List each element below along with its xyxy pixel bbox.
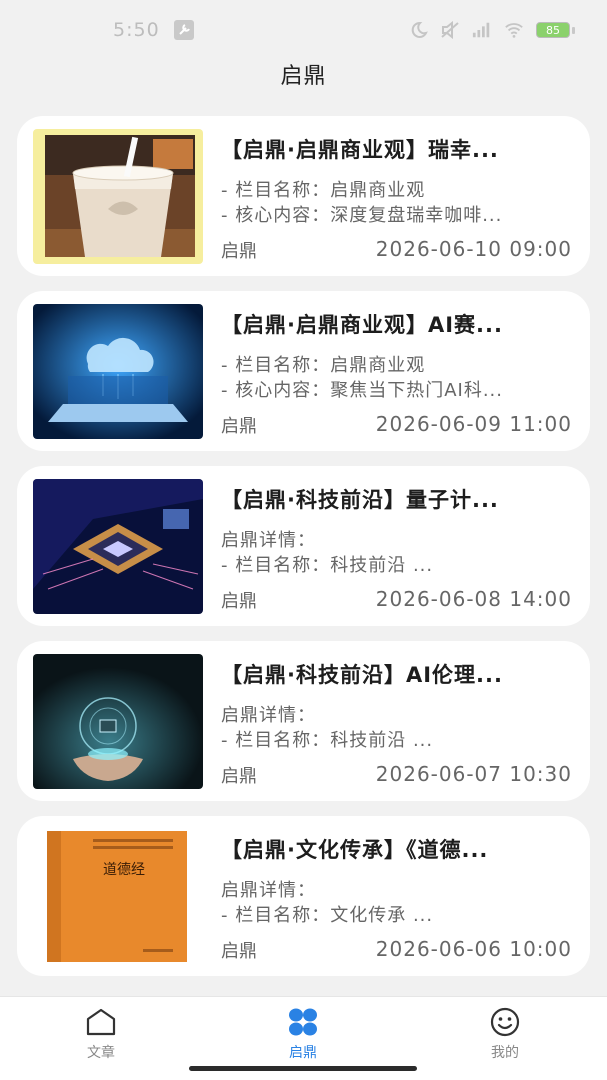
article-time: 2026-06-07 10:30 bbox=[375, 762, 572, 786]
article-title: 【启鼎·启鼎商业观】AI赛... bbox=[221, 313, 503, 337]
article-time: 2026-06-06 10:00 bbox=[375, 937, 572, 961]
article-time: 2026-06-10 09:00 bbox=[375, 237, 572, 261]
cloud-laptop-thumbnail bbox=[33, 304, 203, 439]
ai-hand-thumbnail bbox=[33, 654, 203, 789]
status-time: 5:50 bbox=[113, 19, 160, 41]
status-icons: 85 bbox=[408, 21, 575, 39]
article-title: 【启鼎·科技前沿】量子计... bbox=[221, 488, 499, 512]
article-time: 2026-06-08 14:00 bbox=[375, 587, 572, 611]
wifi-icon bbox=[505, 23, 523, 38]
tab-articles[interactable]: 文章 bbox=[41, 1007, 161, 1062]
article-column: 启鼎详情： bbox=[221, 880, 316, 901]
article-title: 【启鼎·启鼎商业观】瑞幸... bbox=[221, 138, 499, 162]
book-cover-thumbnail: 道德经 bbox=[33, 829, 203, 964]
tab-qiding[interactable]: 启鼎 bbox=[243, 1007, 363, 1062]
article-summary: - 核心内容：深度复盘瑞幸咖啡... bbox=[221, 205, 503, 226]
home-icon bbox=[86, 1008, 116, 1036]
article-summary: - 栏目名称：科技前沿 ... bbox=[221, 555, 434, 576]
signal-icon bbox=[472, 22, 490, 38]
article-card[interactable]: 道德经 【启鼎·文化传承】《道德... 启鼎详情： - 栏目名称：文化传承 ..… bbox=[17, 816, 590, 976]
smiley-icon bbox=[490, 1007, 520, 1037]
mute-icon bbox=[441, 21, 459, 39]
article-summary: - 栏目名称：文化传承 ... bbox=[221, 905, 434, 926]
chip-circuit-thumbnail bbox=[33, 479, 203, 614]
article-column: 启鼎详情： bbox=[221, 705, 316, 726]
battery-level: 85 bbox=[536, 22, 570, 38]
article-source: 启鼎 bbox=[221, 241, 257, 262]
article-summary: - 核心内容：聚焦当下热门AI科... bbox=[221, 380, 504, 401]
article-source: 启鼎 bbox=[221, 416, 257, 437]
article-source: 启鼎 bbox=[221, 766, 257, 787]
page-title: 启鼎 bbox=[280, 64, 327, 89]
wrench-icon bbox=[173, 20, 194, 40]
article-list: 【启鼎·启鼎商业观】瑞幸... - 栏目名称：启鼎商业观 - 核心内容：深度复盘… bbox=[17, 116, 590, 991]
article-card[interactable]: 【启鼎·科技前沿】量子计... 启鼎详情： - 栏目名称：科技前沿 ... 启鼎… bbox=[17, 466, 590, 626]
book-cover-title: 道德经 bbox=[103, 862, 145, 878]
moon-icon bbox=[411, 21, 428, 38]
home-indicator[interactable] bbox=[189, 1066, 417, 1071]
tab-mine[interactable]: 我的 bbox=[445, 1007, 565, 1062]
article-card[interactable]: 【启鼎·启鼎商业观】瑞幸... - 栏目名称：启鼎商业观 - 核心内容：深度复盘… bbox=[17, 116, 590, 276]
article-summary: - 栏目名称：科技前沿 ... bbox=[221, 730, 434, 751]
battery-icon: 85 bbox=[536, 22, 575, 38]
article-card[interactable]: 【启鼎·科技前沿】AI伦理... 启鼎详情： - 栏目名称：科技前沿 ... 启… bbox=[17, 641, 590, 801]
status-bar: 5:50 85 bbox=[0, 0, 607, 60]
article-card[interactable]: 【启鼎·启鼎商业观】AI赛... - 栏目名称：启鼎商业观 - 核心内容：聚焦当… bbox=[17, 291, 590, 451]
article-title: 【启鼎·科技前沿】AI伦理... bbox=[221, 663, 503, 687]
tab-label: 文章 bbox=[87, 1045, 115, 1061]
iced-latte-thumbnail bbox=[33, 129, 203, 264]
grid-icon bbox=[289, 1008, 317, 1036]
tab-label: 我的 bbox=[491, 1045, 519, 1061]
article-column: 启鼎详情： bbox=[221, 530, 316, 551]
article-source: 启鼎 bbox=[221, 591, 257, 612]
article-column: - 栏目名称：启鼎商业观 bbox=[221, 180, 426, 201]
tab-label: 启鼎 bbox=[289, 1045, 317, 1061]
article-source: 启鼎 bbox=[221, 941, 257, 962]
article-title: 【启鼎·文化传承】《道德... bbox=[221, 838, 489, 862]
article-time: 2026-06-09 11:00 bbox=[375, 412, 572, 436]
article-column: - 栏目名称：启鼎商业观 bbox=[221, 355, 426, 376]
